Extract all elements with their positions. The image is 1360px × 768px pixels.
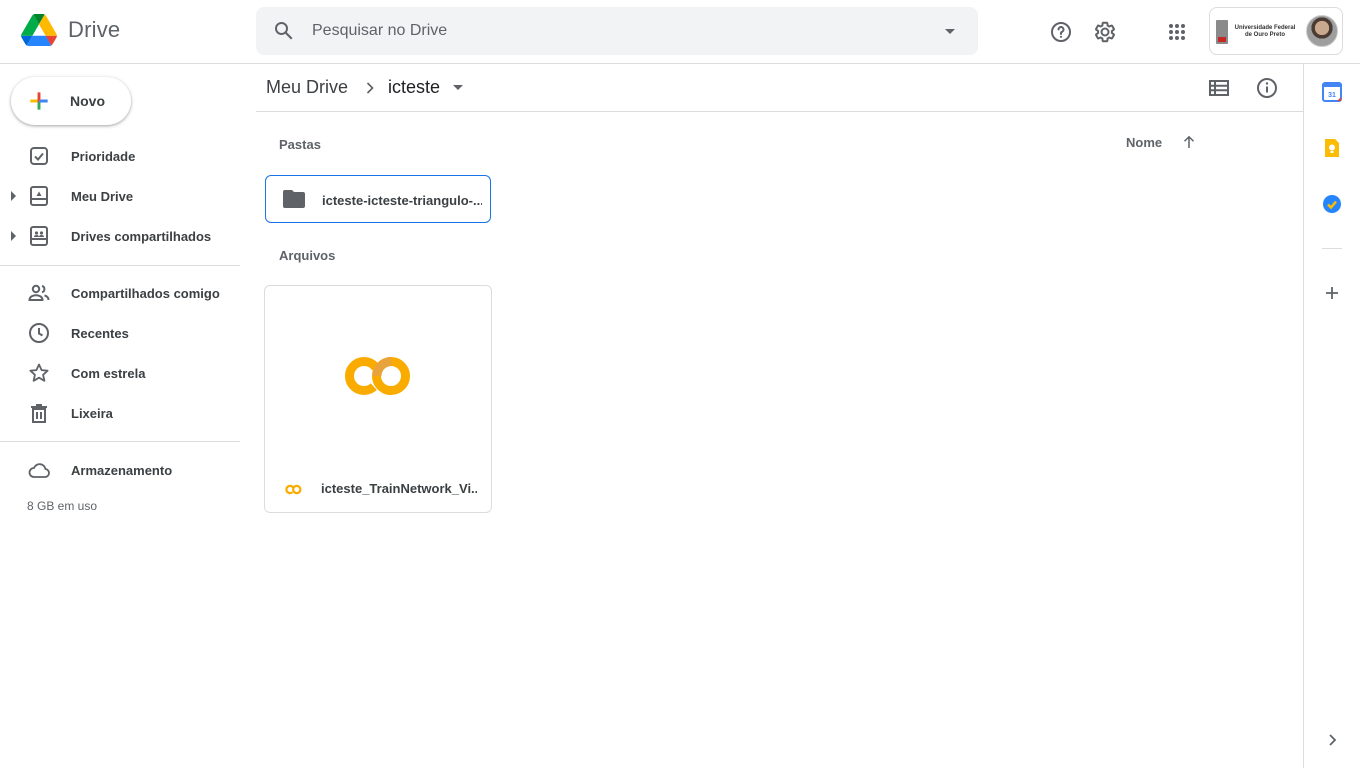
folder-menu-caret-icon[interactable] bbox=[453, 85, 463, 90]
clock-icon bbox=[29, 323, 49, 343]
cloud-icon bbox=[28, 463, 50, 478]
folders-section-label: Pastas bbox=[279, 137, 321, 152]
files-section-label: Arquivos bbox=[279, 248, 336, 263]
sidebar-item-shared-drives[interactable]: Drives compartilhados bbox=[0, 220, 240, 252]
arrow-up-icon[interactable] bbox=[1180, 133, 1198, 151]
expand-arrow-icon[interactable] bbox=[11, 231, 16, 241]
chevron-right-icon bbox=[366, 82, 374, 94]
sidebar-item-label: Lixeira bbox=[71, 406, 113, 421]
search-input[interactable] bbox=[312, 7, 912, 55]
sidebar-item-priority[interactable]: Prioridade bbox=[0, 140, 240, 172]
my-drive-icon bbox=[30, 186, 48, 206]
folder-icon bbox=[283, 190, 305, 208]
account-switcher[interactable]: Universidade Federal de Ouro Preto bbox=[1209, 7, 1343, 55]
sidebar-item-storage[interactable]: Armazenamento bbox=[0, 454, 240, 486]
drive-logo-icon bbox=[21, 14, 57, 46]
avatar[interactable] bbox=[1306, 15, 1338, 47]
star-icon bbox=[29, 363, 49, 382]
keep-icon[interactable] bbox=[1322, 138, 1342, 158]
sidebar-item-label: Meu Drive bbox=[71, 189, 134, 204]
svg-text:31: 31 bbox=[1328, 92, 1336, 99]
organization-name-line1: Universidade Federal bbox=[1234, 25, 1296, 31]
side-panel: 31 bbox=[1303, 64, 1360, 768]
sidebar-item-trash[interactable]: Lixeira bbox=[0, 397, 240, 429]
people-icon bbox=[28, 284, 50, 301]
sidebar-item-recent[interactable]: Recentes bbox=[0, 317, 240, 349]
colab-logo-icon bbox=[345, 357, 410, 395]
settings-button[interactable] bbox=[1089, 16, 1121, 48]
add-addon-icon[interactable] bbox=[1322, 283, 1342, 303]
sidebar-item-label: Compartilhados comigo bbox=[71, 286, 220, 301]
calendar-icon[interactable]: 31 bbox=[1322, 82, 1342, 102]
chevron-right-icon[interactable] bbox=[1322, 730, 1342, 750]
list-view-icon[interactable] bbox=[1207, 76, 1231, 100]
sidebar-item-label: Drives compartilhados bbox=[71, 229, 212, 244]
file-name: icteste_TrainNetwork_Vi... bbox=[321, 481, 477, 496]
sidebar-item-label: Com estrela bbox=[71, 366, 146, 381]
plus-multicolor-icon bbox=[30, 92, 48, 110]
new-button[interactable]: Novo bbox=[11, 77, 131, 125]
help-button[interactable] bbox=[1045, 16, 1077, 48]
sidebar-item-label: Armazenamento bbox=[71, 463, 173, 478]
sidebar-divider bbox=[0, 441, 240, 442]
organization-name-line2: de Ouro Preto bbox=[1244, 32, 1285, 38]
sidebar-item-label: Recentes bbox=[71, 326, 129, 341]
gear-icon bbox=[1094, 21, 1116, 43]
drive-logo[interactable]: Drive bbox=[21, 14, 120, 46]
expand-arrow-icon[interactable] bbox=[11, 191, 16, 201]
folder-item[interactable]: icteste-icteste-triangulo-... bbox=[265, 175, 491, 223]
sort-by-name[interactable]: Nome bbox=[1126, 135, 1162, 150]
shared-drives-icon bbox=[30, 226, 48, 246]
top-bar: Drive Pesquisar no Drive Universidade Fe… bbox=[0, 0, 1360, 64]
sidebar-item-starred[interactable]: Com estrela bbox=[0, 357, 240, 389]
apps-button[interactable] bbox=[1161, 16, 1193, 48]
search-options-icon[interactable] bbox=[938, 19, 962, 43]
sidebar-item-shared-with-me[interactable]: Compartilhados comigo bbox=[0, 277, 240, 309]
new-button-label: Novo bbox=[70, 93, 105, 109]
breadcrumb: Meu Drive icteste bbox=[256, 64, 1303, 112]
tasks-icon[interactable] bbox=[1322, 194, 1342, 214]
priority-check-icon bbox=[30, 147, 48, 165]
sidebar-divider bbox=[0, 265, 240, 266]
breadcrumb-root[interactable]: Meu Drive bbox=[266, 77, 348, 98]
search-bar bbox=[256, 7, 978, 55]
colab-file-type-icon bbox=[285, 484, 302, 495]
apps-grid-icon bbox=[1169, 24, 1185, 40]
sidebar-item-my-drive[interactable]: Meu Drive bbox=[0, 180, 240, 212]
breadcrumb-current[interactable]: icteste bbox=[388, 77, 440, 98]
help-icon bbox=[1051, 22, 1071, 42]
search-icon[interactable] bbox=[272, 19, 296, 43]
side-panel-divider bbox=[1322, 248, 1342, 249]
folder-name: icteste-icteste-triangulo-... bbox=[322, 193, 482, 208]
file-item[interactable]: icteste_TrainNetwork_Vi... bbox=[264, 285, 492, 513]
trash-icon bbox=[31, 404, 47, 423]
main-content: Meu Drive icteste Pastas Nome icteste-ic… bbox=[256, 64, 1303, 768]
university-logo-icon bbox=[1216, 20, 1228, 44]
organization-name: Universidade Federal de Ouro Preto bbox=[1232, 25, 1298, 39]
app-name: Drive bbox=[68, 17, 121, 42]
sidebar-item-label: Prioridade bbox=[71, 149, 136, 164]
info-icon[interactable] bbox=[1255, 76, 1279, 100]
storage-usage-text: 8 GB em uso bbox=[27, 499, 98, 513]
sidebar: Novo Prioridade Meu Drive Drives compart… bbox=[0, 64, 256, 768]
